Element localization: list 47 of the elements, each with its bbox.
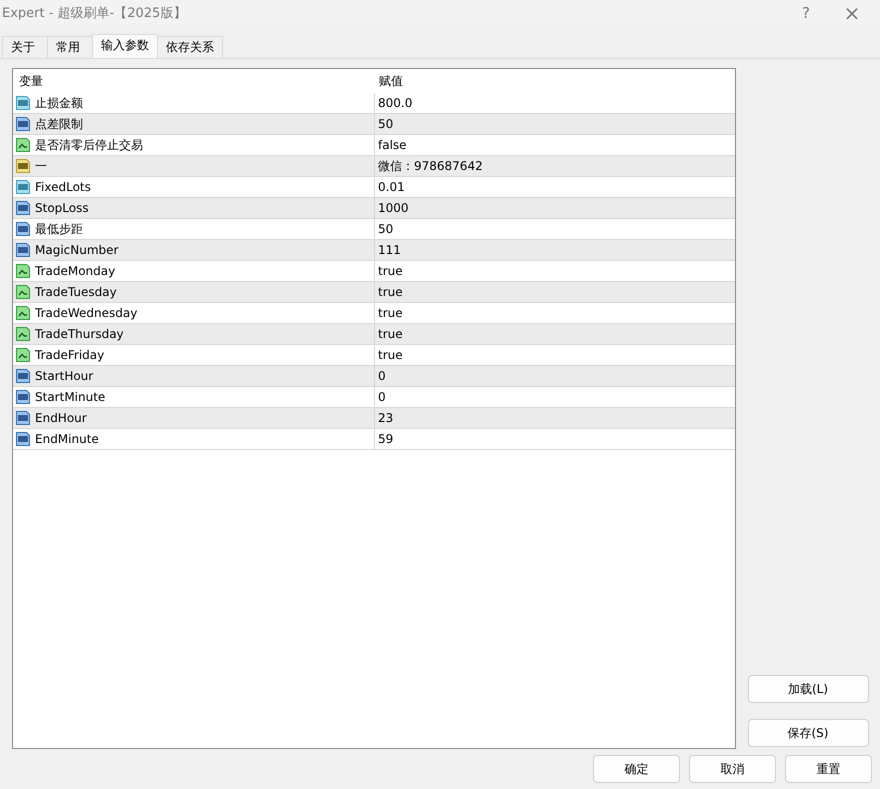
parameter-value[interactable]: 0 <box>378 369 386 383</box>
parameter-name: MagicNumber <box>35 243 118 257</box>
parameter-name: TradeWednesday <box>35 306 138 320</box>
parameter-value[interactable]: true <box>378 327 403 341</box>
parameter-value[interactable]: 1000 <box>378 201 409 215</box>
parameter-value[interactable]: 微信：978687642 <box>378 158 483 174</box>
tab[interactable]: 输入参数 <box>92 34 158 58</box>
column-header[interactable]: 赋值 <box>375 69 735 93</box>
parameter-name: TradeMonday <box>35 264 116 278</box>
help-button[interactable]: ? <box>788 0 824 24</box>
parameter-name: StopLoss <box>35 201 89 215</box>
window-title: Expert - 超级刷单-【2025版】 <box>1 4 186 22</box>
parameter-name: TradeFriday <box>35 348 104 362</box>
parameter-value[interactable]: 59 <box>378 432 394 446</box>
cancel-button[interactable]: 取消 <box>689 755 776 783</box>
parameter-value[interactable]: true <box>378 306 403 320</box>
parameter-name: TradeTuesday <box>35 285 117 299</box>
parameter-name: 点差限制 <box>35 116 83 132</box>
parameter-value[interactable]: 50 <box>378 117 394 131</box>
parameter-name: FixedLots <box>35 180 91 194</box>
parameter-name: 止损金额 <box>35 94 83 112</box>
reset-button[interactable]: 重置 <box>785 755 872 783</box>
close-button[interactable]: × <box>834 0 870 24</box>
parameter-value[interactable]: 800.0 <box>378 96 412 110</box>
parameter-value[interactable]: 0 <box>378 390 386 404</box>
parameter-value[interactable]: false <box>378 138 407 152</box>
parameter-name: TradeThursday <box>35 327 124 341</box>
parameter-name: EndMinute <box>35 432 99 446</box>
tab[interactable]: 关于 <box>2 36 48 58</box>
parameter-name: StartHour <box>35 369 94 383</box>
load-button[interactable]: 加载(L) <box>748 675 868 703</box>
parameter-value[interactable]: true <box>378 348 403 362</box>
parameter-value[interactable]: true <box>378 264 403 278</box>
parameter-value[interactable]: 111 <box>378 243 401 257</box>
parameter-value[interactable]: 0.01 <box>378 180 405 194</box>
tab[interactable]: 依存关系 <box>157 36 223 58</box>
parameter-name: 是否清零后停止交易 <box>35 136 143 154</box>
parameter-value[interactable]: 23 <box>378 411 394 425</box>
column-header[interactable]: 变量 <box>13 69 375 93</box>
parameter-name: EndHour <box>35 411 87 425</box>
parameter-name: 最低步距 <box>35 220 83 238</box>
parameter-name: 一 <box>35 158 47 174</box>
parameter-name: StartMinute <box>35 390 106 404</box>
parameter-value[interactable]: true <box>378 285 403 299</box>
save-button[interactable]: 保存(S) <box>748 719 868 747</box>
parameter-value[interactable]: 50 <box>378 222 394 236</box>
ok-button[interactable]: 确定 <box>593 755 680 783</box>
